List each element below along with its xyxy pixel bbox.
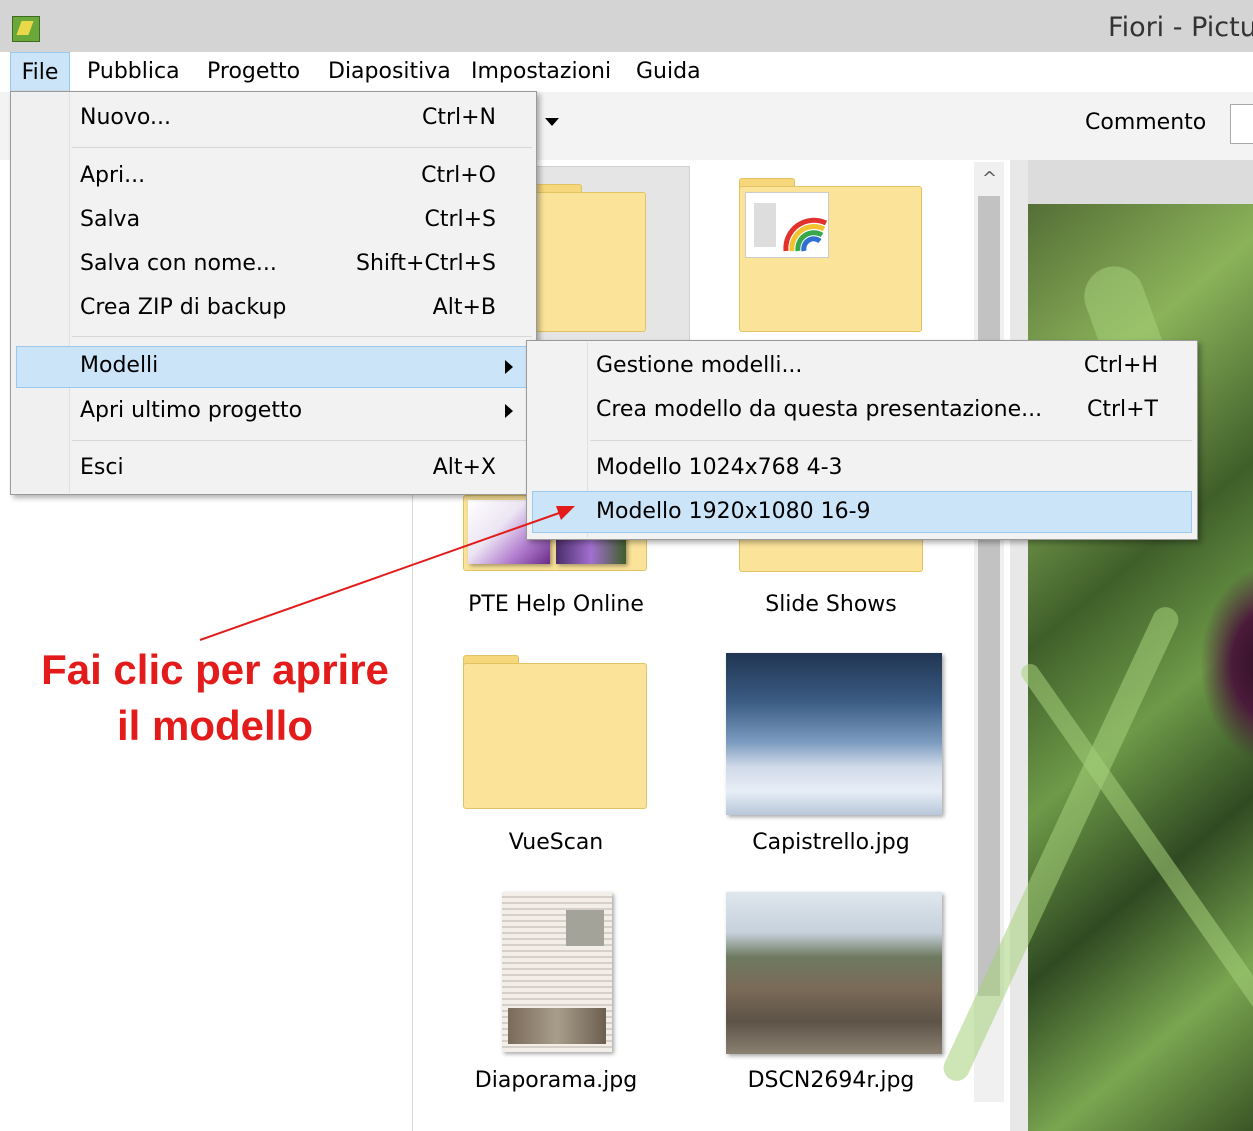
menu-separator (590, 440, 1192, 441)
window-title: Fiori - Pictu (1108, 12, 1253, 43)
title-bar (0, 0, 1253, 52)
comment-input[interactable] (1230, 104, 1253, 144)
dscn2694r-thumb[interactable] (726, 892, 942, 1054)
shortcut: Ctrl+N (421, 105, 496, 130)
comment-label: Commento (1085, 110, 1207, 135)
shortcut: Ctrl+H (1083, 353, 1158, 378)
menu-esci[interactable]: Esci (80, 448, 124, 488)
menu-progetto[interactable]: Progetto (207, 52, 300, 92)
tile-label: Slide Shows (765, 592, 897, 617)
menu-apri-ultimo-progetto[interactable]: Apri ultimo progetto (80, 391, 302, 431)
annotation-line-2: il modello (116, 702, 313, 749)
menu-gestione-modelli[interactable]: Gestione modelli... (596, 346, 802, 386)
menu-salva-con-nome[interactable]: Salva con nome... (80, 244, 277, 284)
tile-label: PTE Help Online (468, 592, 644, 617)
menu-modelli[interactable]: Modelli (80, 346, 158, 386)
menu-crea-modello[interactable]: Crea modello da questa presentazione... (596, 390, 1042, 430)
menu-separator (72, 147, 532, 148)
tile-label: DSCN2694r.jpg (747, 1068, 915, 1093)
diaporama-inset (566, 910, 604, 946)
submenu-arrow-icon (505, 404, 513, 418)
tile-label: VueScan (508, 830, 604, 855)
shortcut: Alt+B (432, 295, 496, 320)
menu-nuovo[interactable]: Nuovo... (80, 98, 171, 138)
folder-preview-thumb (745, 192, 829, 258)
shortcut: Alt+X (432, 455, 496, 480)
shortcut: Ctrl+O (421, 163, 496, 188)
menu-apri[interactable]: Apri... (80, 156, 145, 196)
diaporama-inset-2 (508, 1008, 606, 1044)
menu-diapositiva[interactable]: Diapositiva (328, 52, 451, 92)
menu-pubblica[interactable]: Pubblica (87, 52, 180, 92)
annotation-text: Fai clic per aprire il modello (20, 642, 410, 754)
menu-separator (72, 440, 532, 441)
submenu-arrow-icon (505, 360, 513, 374)
app-icon[interactable] (12, 16, 40, 42)
menu-crea-zip[interactable]: Crea ZIP di backup (80, 288, 286, 328)
menu-separator (72, 336, 532, 337)
tile-label: Diaporama.jpg (474, 1068, 638, 1093)
dropdown-arrow-icon[interactable] (545, 118, 559, 126)
preview-header (1028, 160, 1253, 204)
menu-gutter (12, 93, 70, 493)
shortcut: Ctrl+T (1086, 397, 1158, 422)
menu-impostazioni[interactable]: Impostazioni (471, 52, 611, 92)
annotation-line-1: Fai clic per aprire (41, 646, 389, 693)
menu-bar (0, 52, 1253, 92)
folder-icon[interactable] (532, 192, 646, 332)
folder-icon[interactable] (463, 663, 647, 809)
rainbow-thumb-icon (754, 203, 828, 252)
scroll-up-icon[interactable]: ^ (982, 168, 997, 189)
menu-salva[interactable]: Salva (80, 200, 140, 240)
scroll-thumb[interactable] (978, 196, 1000, 996)
menu-modello-1920[interactable]: Modello 1920x1080 16-9 (596, 492, 871, 532)
menu-modello-1024[interactable]: Modello 1024x768 4-3 (596, 448, 843, 488)
menu-file[interactable]: File (10, 52, 70, 92)
tile-label: Capistrello.jpg (752, 830, 910, 855)
shortcut: Shift+Ctrl+S (356, 251, 496, 276)
menu-guida[interactable]: Guida (636, 52, 701, 92)
capistrello-thumb[interactable] (726, 653, 942, 815)
shortcut: Ctrl+S (424, 207, 496, 232)
